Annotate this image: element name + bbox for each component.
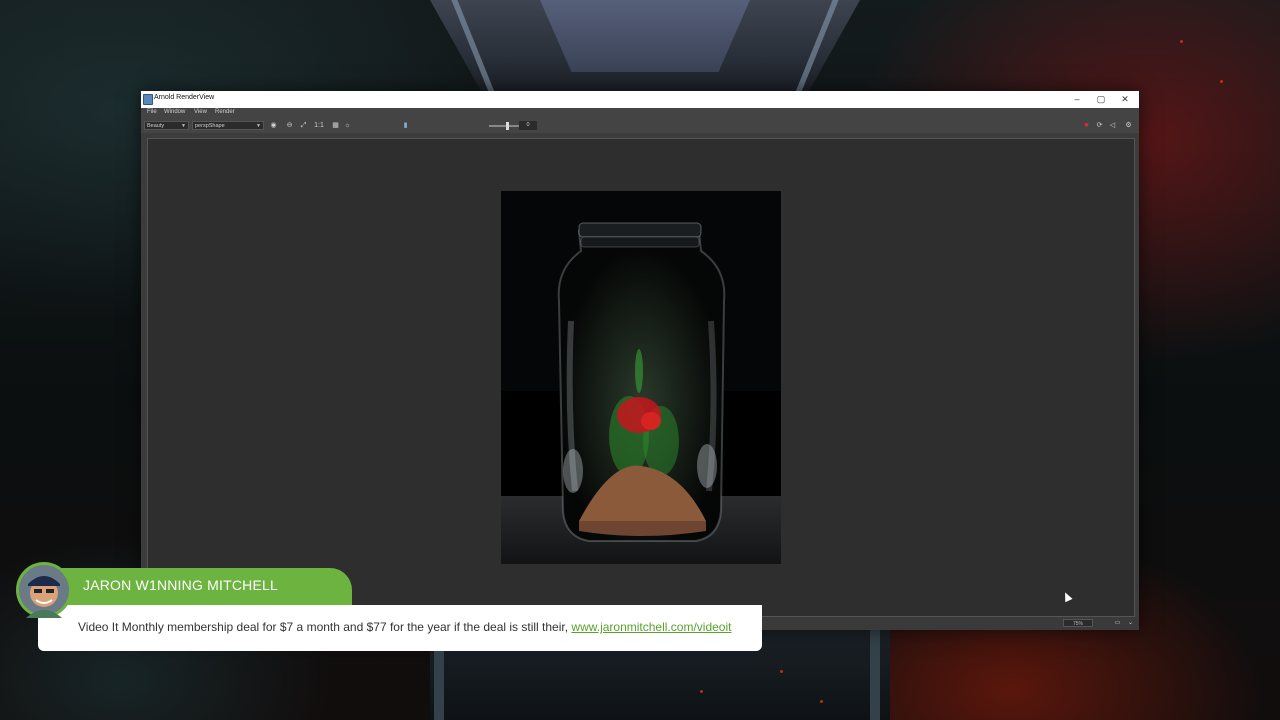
display-icon[interactable]: ▮ <box>401 121 410 130</box>
chevron-down-icon[interactable]: ⌄ <box>1126 619 1135 628</box>
membership-link[interactable]: www.jaronmitchell.com/videoit <box>571 620 731 634</box>
menu-render[interactable]: Render <box>215 109 235 115</box>
lower-third-name-tab: JARON W1NNING MITCHELL <box>38 568 352 608</box>
chevron-down-icon: ▼ <box>256 123 261 129</box>
renderview-window: Arnold RenderView – ▢ ✕ File Window View… <box>141 91 1139 630</box>
exposure-value[interactable]: 0 <box>519 121 537 130</box>
render-region-icon[interactable]: ◉ <box>269 121 278 130</box>
zoom-field[interactable]: 75% <box>1063 619 1093 627</box>
fit-icon[interactable]: ▭ <box>1113 619 1122 628</box>
exposure-slider-handle[interactable] <box>506 122 509 130</box>
aov-select[interactable]: Beauty ▼ <box>144 121 189 130</box>
crop-region-icon[interactable]: ⊖ <box>285 121 294 130</box>
window-title: Arnold RenderView <box>154 94 215 101</box>
presenter-avatar <box>16 562 72 618</box>
menu-view[interactable]: View <box>194 109 207 115</box>
stop-icon[interactable]: ■ <box>1082 121 1091 130</box>
message-text: Video It Monthly membership deal for $7 … <box>78 620 569 634</box>
camera-select[interactable]: perspShape ▼ <box>192 121 264 130</box>
aov-select-value: Beauty <box>147 123 165 129</box>
refresh-icon[interactable]: ⟳ <box>1095 121 1104 130</box>
menu-bar: File Window View Render <box>141 108 1139 119</box>
close-button[interactable]: ✕ <box>1113 91 1137 108</box>
ceiling-panel <box>540 0 750 72</box>
message-text-line: Video It Monthly membership deal for $7 … <box>78 620 731 634</box>
ember-particle <box>1220 80 1223 83</box>
snapshot-icon[interactable]: ▦ <box>331 121 340 130</box>
floor-pillar <box>870 630 880 720</box>
exposure-icon: ☼ <box>344 122 351 129</box>
background-ceiling-structure <box>430 0 860 92</box>
app-icon <box>143 94 153 105</box>
camera-select-value: perspShape <box>195 123 225 129</box>
toolbar: Beauty ▼ perspShape ▼ ◉ ⊖ ⤢ 1:1 ▦ ☼ 0 ▮ … <box>141 119 1139 133</box>
lower-third-message: Video It Monthly membership deal for $7 … <box>38 605 762 651</box>
restore-button[interactable]: ▢ <box>1089 91 1113 108</box>
sound-icon[interactable]: ◁ <box>1108 121 1117 130</box>
render-image <box>501 191 781 564</box>
ember-particle <box>780 670 783 673</box>
gear-icon[interactable]: ⚙ <box>1124 121 1133 130</box>
avatar-portrait <box>19 565 69 618</box>
ember-particle <box>700 690 703 693</box>
fit-view-icon[interactable]: ⤢ <box>299 121 308 130</box>
chevron-down-icon: ▼ <box>181 123 186 129</box>
minimize-button[interactable]: – <box>1065 91 1089 108</box>
ratio-button[interactable]: 1:1 <box>313 121 325 130</box>
window-titlebar[interactable]: Arnold RenderView – ▢ ✕ <box>141 91 1139 109</box>
jar-render-svg <box>501 191 781 564</box>
ember-particle <box>1180 40 1183 43</box>
menu-window[interactable]: Window <box>164 109 185 115</box>
menu-file[interactable]: File <box>147 109 157 115</box>
render-viewport[interactable] <box>147 138 1135 617</box>
presenter-name: JARON W1NNING MITCHELL <box>83 577 278 593</box>
ember-particle <box>820 700 823 703</box>
